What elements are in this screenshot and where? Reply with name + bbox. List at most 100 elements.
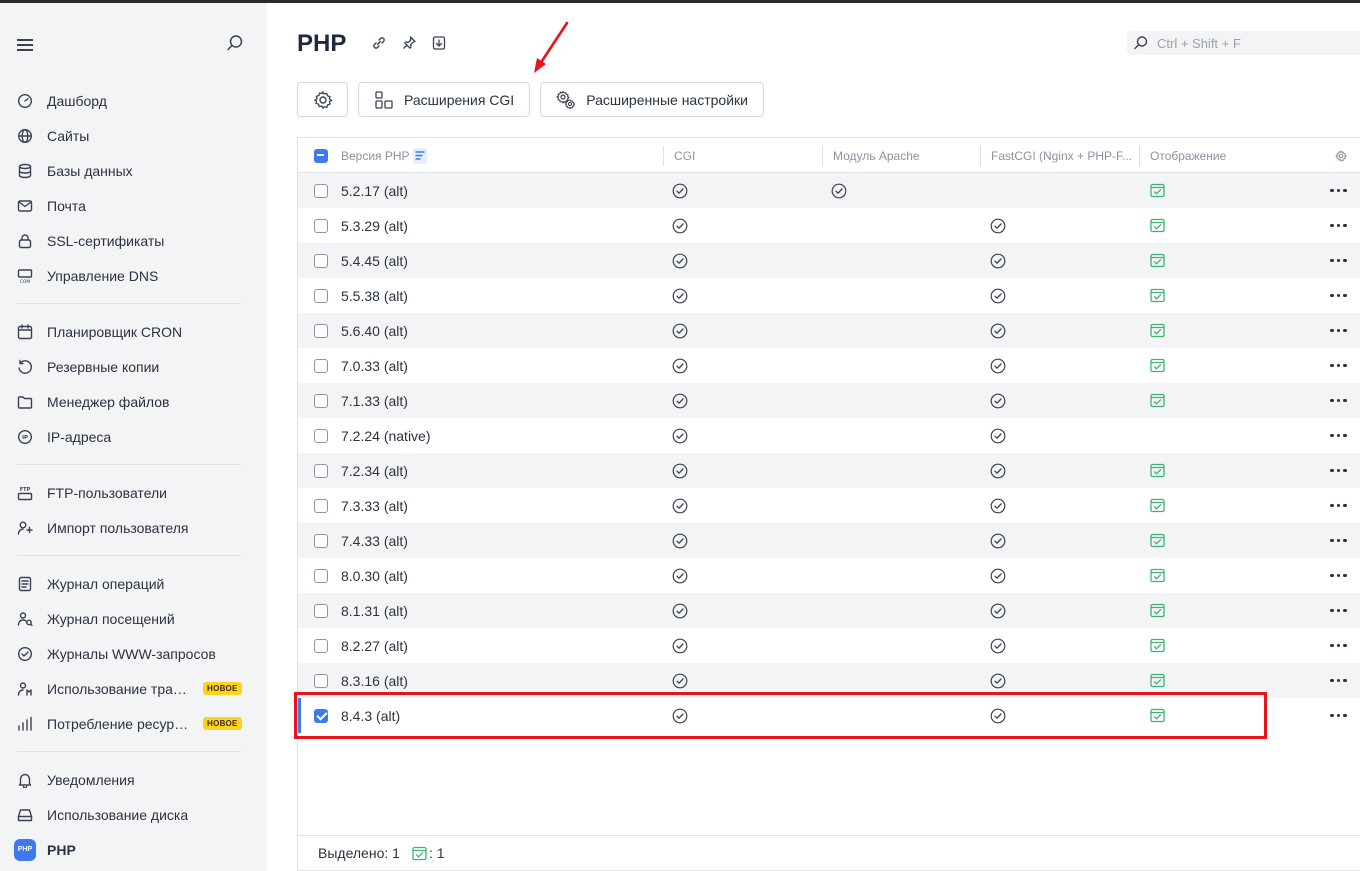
global-search-input[interactable] — [1157, 35, 1347, 51]
more-icon[interactable] — [1330, 363, 1347, 368]
column-display[interactable]: Отображение — [1150, 138, 1226, 173]
sidebar-item-import-user[interactable]: Импорт пользователя — [0, 510, 267, 545]
sidebar-item-mail[interactable]: Почта — [0, 188, 267, 223]
row-checkbox[interactable] — [314, 218, 328, 233]
sidebar-item-traffic[interactable]: Использование трафика НОВОЕ — [0, 671, 267, 706]
table-row[interactable]: 8.3.16 (alt) — [298, 663, 1360, 698]
more-icon[interactable] — [1330, 293, 1347, 298]
table-row[interactable]: 7.2.24 (native) — [298, 418, 1360, 453]
more-icon[interactable] — [1330, 433, 1347, 438]
sidebar-item-journal[interactable]: Журнал операций — [0, 566, 267, 601]
sort-icon[interactable] — [412, 147, 427, 164]
sidebar-item-label: Планировщик CRON — [47, 323, 183, 340]
more-icon[interactable] — [1330, 573, 1347, 578]
more-icon[interactable] — [1330, 468, 1347, 473]
table-row[interactable]: 5.5.38 (alt) — [298, 278, 1360, 313]
more-icon[interactable] — [1330, 398, 1347, 403]
table-row[interactable]: 8.0.30 (alt) — [298, 558, 1360, 593]
row-checkbox[interactable] — [314, 358, 328, 373]
row-menu-cell — [1330, 558, 1347, 593]
sidebar-item-resources[interactable]: Потребление ресурсов НОВОЕ — [0, 706, 267, 741]
sidebar-item-lock[interactable]: SSL-сертификаты — [0, 223, 267, 258]
row-checkbox[interactable] — [314, 638, 328, 653]
dashboard-icon — [17, 93, 33, 109]
select-all-checkbox[interactable] — [314, 148, 328, 163]
sidebar-item-dashboard[interactable]: Дашборд — [0, 83, 267, 118]
more-icon[interactable] — [1330, 608, 1347, 613]
row-checkbox[interactable] — [314, 288, 328, 303]
cgi-check-icon — [672, 663, 688, 698]
row-checkbox[interactable] — [314, 568, 328, 583]
row-checkbox[interactable] — [314, 673, 328, 688]
row-checkbox[interactable] — [314, 533, 328, 548]
more-icon[interactable] — [1330, 328, 1347, 333]
column-settings-icon[interactable] — [1335, 138, 1347, 173]
sidebar-item-globe[interactable]: Сайты — [0, 118, 267, 153]
advanced-settings-button[interactable]: Расширенные настройки — [540, 82, 764, 117]
display-icon — [412, 846, 427, 861]
sidebar-item-database[interactable]: Базы данных — [0, 153, 267, 188]
row-checkbox[interactable] — [314, 708, 328, 723]
column-cgi[interactable]: CGI — [674, 138, 695, 173]
settings-button[interactable] — [297, 82, 348, 117]
row-checkbox[interactable] — [314, 393, 328, 408]
row-menu-cell — [1330, 453, 1347, 488]
php-version: 8.0.30 (alt) — [341, 567, 408, 584]
column-fastcgi[interactable]: FastCGI (Nginx + PHP-F... — [991, 138, 1132, 173]
more-icon[interactable] — [1330, 713, 1347, 718]
cgi-check-icon — [672, 173, 688, 208]
row-checkbox[interactable] — [314, 253, 328, 268]
sidebar-divider — [17, 555, 241, 556]
row-menu-cell — [1330, 663, 1347, 698]
table-row[interactable]: 7.2.34 (alt) — [298, 453, 1360, 488]
sidebar-item-folder[interactable]: Менеджер файлов — [0, 384, 267, 419]
column-apache-label: Модуль Apache — [833, 148, 920, 163]
table-row[interactable]: 7.0.33 (alt) — [298, 348, 1360, 383]
sidebar-item-visits[interactable]: Журнал посещений — [0, 601, 267, 636]
row-checkbox[interactable] — [314, 498, 328, 513]
sidebar-item-php[interactable]: PHP PHP — [0, 832, 267, 867]
sidebar-item-bell[interactable]: Уведомления — [0, 762, 267, 797]
table-row[interactable]: 8.2.27 (alt) — [298, 628, 1360, 663]
column-apache[interactable]: Модуль Apache — [833, 138, 920, 173]
more-icon[interactable] — [1330, 258, 1347, 263]
more-icon[interactable] — [1330, 678, 1347, 683]
row-checkbox[interactable] — [314, 603, 328, 618]
row-checkbox[interactable] — [314, 463, 328, 478]
table-row[interactable]: 7.1.33 (alt) — [298, 383, 1360, 418]
toolbar: Расширения CGI Расширенные настройки — [297, 82, 764, 117]
table-row[interactable]: 8.4.3 (alt) — [298, 698, 1360, 733]
cgi-extensions-button[interactable]: Расширения CGI — [358, 82, 531, 117]
sidebar-item-ftp[interactable]: FTP FTP-пользователи — [0, 475, 267, 510]
pin-icon[interactable] — [400, 34, 418, 52]
more-icon[interactable] — [1330, 503, 1347, 508]
sidebar-item-backup[interactable]: Резервные копии — [0, 349, 267, 384]
sidebar-item-dns[interactable]: COM Управление DNS — [0, 258, 267, 293]
main-content: PHP Расширения CGI — [267, 3, 1360, 871]
row-checkbox[interactable] — [314, 183, 328, 198]
table-row[interactable]: 5.6.40 (alt) — [298, 313, 1360, 348]
more-icon[interactable] — [1330, 223, 1347, 228]
table-row[interactable]: 5.2.17 (alt) — [298, 173, 1360, 208]
row-checkbox[interactable] — [314, 428, 328, 443]
table-row[interactable]: 5.4.45 (alt) — [298, 243, 1360, 278]
sidebar-item-ip[interactable]: IP IP-адреса — [0, 419, 267, 454]
php-version: 5.3.29 (alt) — [341, 217, 408, 234]
table-row[interactable]: 5.3.29 (alt) — [298, 208, 1360, 243]
menu-icon[interactable] — [17, 39, 33, 51]
sidebar-item-calendar[interactable]: Планировщик CRON — [0, 314, 267, 349]
display-icon — [1150, 173, 1165, 208]
row-checkbox[interactable] — [314, 323, 328, 338]
search-icon[interactable] — [226, 34, 244, 52]
more-icon[interactable] — [1330, 188, 1347, 193]
sidebar-item-disk[interactable]: Использование диска — [0, 797, 267, 832]
more-icon[interactable] — [1330, 643, 1347, 648]
download-icon[interactable] — [430, 34, 448, 52]
table-row[interactable]: 7.3.33 (alt) — [298, 488, 1360, 523]
column-version[interactable]: Версия PHP — [341, 138, 427, 173]
sidebar-item-www-log[interactable]: Журналы WWW-запросов — [0, 636, 267, 671]
table-row[interactable]: 8.1.31 (alt) — [298, 593, 1360, 628]
link-icon[interactable] — [370, 34, 388, 52]
more-icon[interactable] — [1330, 538, 1347, 543]
table-row[interactable]: 7.4.33 (alt) — [298, 523, 1360, 558]
